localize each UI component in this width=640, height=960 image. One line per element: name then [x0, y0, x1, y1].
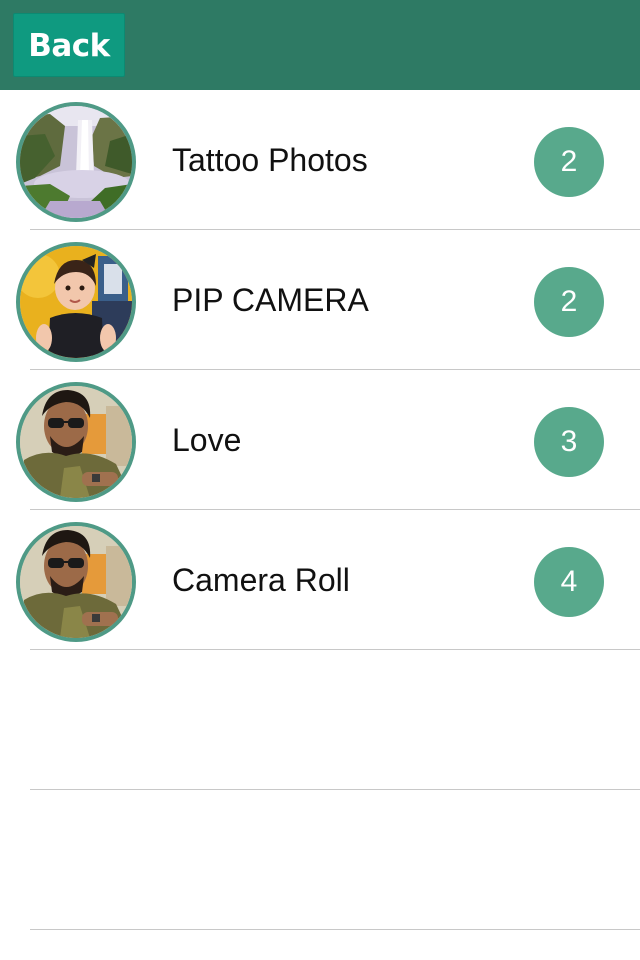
man-with-sunglasses-photo — [20, 386, 132, 498]
man-with-sunglasses-photo — [20, 526, 132, 638]
album-thumbnail — [16, 382, 136, 502]
album-thumbnail — [16, 522, 136, 642]
row-divider — [30, 929, 640, 930]
back-button[interactable]: Back — [13, 13, 125, 77]
photo-count-badge: 4 — [534, 547, 604, 617]
album-row[interactable]: PIP CAMERA 2 — [0, 230, 640, 370]
photo-count-badge: 2 — [534, 127, 604, 197]
album-thumbnail — [16, 102, 136, 222]
album-name: Tattoo Photos — [172, 142, 368, 178]
album-name: Camera Roll — [172, 562, 350, 598]
album-name: Love — [172, 422, 242, 458]
album-row[interactable]: Tattoo Photos 2 — [0, 90, 640, 230]
empty-row — [0, 650, 640, 790]
album-list: Tattoo Photos 2 PIP CAMERA 2 Love 3 Came… — [0, 90, 640, 930]
waterfall-photo — [20, 106, 132, 218]
album-thumbnail — [16, 242, 136, 362]
album-row[interactable]: Camera Roll 4 — [0, 510, 640, 650]
baby-photo — [20, 246, 132, 358]
photo-count-badge: 2 — [534, 267, 604, 337]
photo-count-badge: 3 — [534, 407, 604, 477]
top-bar: Back — [0, 0, 640, 90]
album-row[interactable]: Love 3 — [0, 370, 640, 510]
album-name: PIP CAMERA — [172, 282, 369, 318]
empty-row — [0, 790, 640, 930]
